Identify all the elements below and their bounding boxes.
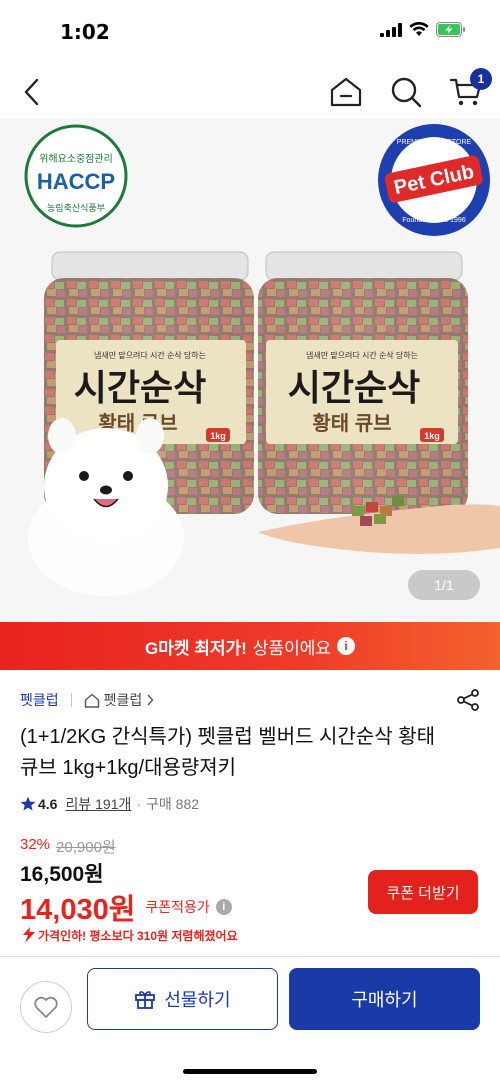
- original-price: 20,900원: [56, 839, 116, 856]
- promo-text: 상품이에요: [252, 638, 331, 658]
- coupon-price-row: 14,030원 쿠폰적용가 i: [20, 886, 232, 928]
- wishlist-button[interactable]: [20, 981, 72, 1033]
- svg-text:위해요소중점관리: 위해요소중점관리: [39, 152, 113, 165]
- coupon-info-icon[interactable]: i: [215, 899, 232, 915]
- rating-row: 4.6 리뷰 191개 · 구매 882: [20, 794, 199, 814]
- home-icon: [330, 77, 362, 107]
- battery-charging-icon: [436, 22, 465, 37]
- gift-button[interactable]: 선물하기: [87, 968, 278, 1030]
- top-nav: 1: [0, 66, 500, 118]
- svg-text:황태 큐브: 황태 큐브: [312, 412, 391, 435]
- buy-button-label: 구매하기: [351, 990, 418, 1010]
- svg-text:농림축산식품부: 농림축산식품부: [47, 202, 105, 213]
- svg-text:Founded since 1996: Founded since 1996: [402, 217, 466, 224]
- chevron-right-icon: [147, 694, 154, 706]
- coupon-price-label: 쿠폰적용가: [145, 899, 210, 915]
- product-info: 펫클럽 펫클럽 (1+1/2KG 간식특가) 펫클럽 벨버드 시간순삭 황태큐브…: [0, 670, 500, 960]
- search-icon: [391, 77, 422, 108]
- status-time: 1:02: [60, 20, 110, 44]
- dot-separator: ·: [136, 796, 142, 812]
- wifi-icon: [409, 22, 429, 36]
- svg-text:냄새만 맡으려다 시간 순삭 당하는: 냄새만 맡으려다 시간 순삭 당하는: [94, 350, 206, 360]
- status-icons: [380, 22, 466, 37]
- svg-text:1kg: 1kg: [424, 431, 440, 441]
- back-button[interactable]: [12, 72, 52, 112]
- product-photo: 위해요소중점관리 HACCP 농림축산식품부 PREMIUM PET STORE…: [24, 124, 500, 596]
- product-title: (1+1/2KG 간식특가) 펫클럽 벨버드 시간순삭 황태큐브 1kg+1kg…: [20, 726, 436, 779]
- pet-club-logo: PREMIUM PET STORE Pet Club Founded since…: [378, 124, 490, 236]
- search-button[interactable]: [386, 72, 426, 112]
- coupon-price: 14,030원: [20, 894, 136, 926]
- star-icon: [20, 796, 36, 811]
- get-more-coupons-button[interactable]: 쿠폰 더받기: [368, 870, 478, 914]
- price-drop-notice: 가격인하! 평소보다 310원 저렴해졌어요: [20, 926, 238, 944]
- product-image[interactable]: 위해요소중점관리 HACCP 농림축산식품부 PREMIUM PET STORE…: [0, 118, 500, 622]
- svg-text:시간순삭: 시간순삭: [74, 367, 206, 408]
- price-drop-text: 가격인하! 평소보다 310원 저렴해졌어요: [38, 928, 238, 943]
- seller-name-link[interactable]: 펫클럽: [20, 690, 59, 710]
- svg-text:PREMIUM PET STORE: PREMIUM PET STORE: [397, 139, 472, 146]
- lightning-down-icon: [23, 927, 35, 943]
- info-icon[interactable]: i: [337, 637, 355, 655]
- sale-price: 16,500원: [20, 863, 104, 886]
- gift-icon: [135, 991, 156, 1009]
- home-button[interactable]: [326, 72, 366, 112]
- discount-row: 32% 20,900원: [20, 836, 116, 857]
- buy-button[interactable]: 구매하기: [289, 968, 480, 1030]
- back-icon: [24, 78, 39, 106]
- share-icon: [457, 689, 479, 711]
- image-counter: 1/1: [408, 570, 480, 600]
- review-count-link[interactable]: 리뷰 191개: [65, 794, 131, 814]
- cart-count-badge: 1: [470, 68, 492, 90]
- svg-text:냄새만 맡으려다 시간 순삭 당하는: 냄새만 맡으려다 시간 순삭 당하는: [306, 350, 418, 360]
- status-bar: 1:02: [0, 0, 500, 66]
- home-indicator: [183, 1069, 317, 1074]
- seller-row: 펫클럽 펫클럽: [20, 690, 154, 710]
- share-button[interactable]: [454, 686, 482, 714]
- lowest-price-banner[interactable]: G마켓 최저가! 상품이에요 i: [0, 622, 500, 670]
- signal-icon: [380, 22, 402, 37]
- purchase-count: 구매 882: [146, 796, 200, 812]
- heart-icon: [34, 996, 58, 1018]
- rating-value: 4.6: [38, 796, 58, 812]
- svg-text:시간순삭: 시간순삭: [288, 367, 420, 408]
- divider: [70, 693, 72, 707]
- discount-rate: 32%: [20, 836, 51, 853]
- promo-strong-text: G마켓 최저가!: [144, 638, 247, 658]
- store-link-label: 펫클럽: [103, 692, 143, 708]
- gift-button-label: 선물하기: [164, 990, 231, 1010]
- svg-text:HACCP: HACCP: [37, 169, 115, 194]
- svg-text:1kg: 1kg: [210, 431, 226, 441]
- bottom-action-bar: 선물하기 구매하기: [0, 956, 500, 1082]
- white-dog: [28, 418, 184, 596]
- store-home-icon: [84, 693, 99, 708]
- store-home-link[interactable]: 펫클럽: [84, 690, 155, 710]
- haccp-badge: 위해요소중점관리 HACCP 농림축산식품부: [24, 124, 128, 228]
- treat-jar-right: 냄새만 맡으려다 시간 순삭 당하는 시간순삭 황태 큐브 1kg: [258, 251, 468, 514]
- cart-button[interactable]: 1: [446, 68, 492, 112]
